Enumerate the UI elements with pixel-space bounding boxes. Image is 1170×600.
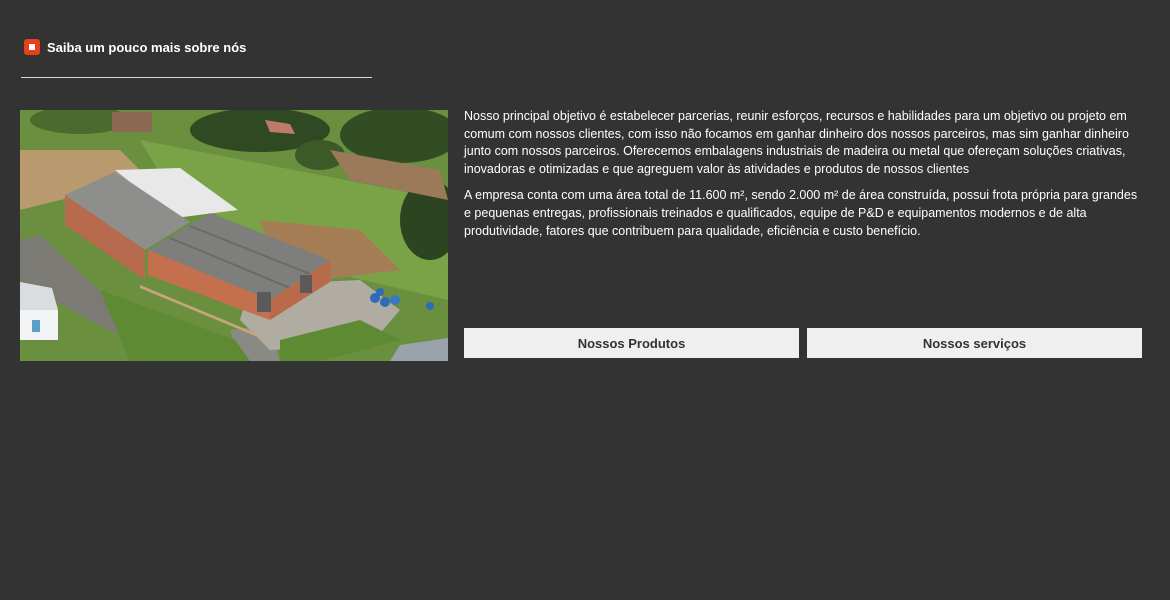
section-header: Saiba um pouco mais sobre nós xyxy=(24,39,246,55)
about-paragraph-2: A empresa conta com uma área total de 11… xyxy=(464,188,1138,238)
aerial-factory-photo xyxy=(20,110,448,361)
square-bullet-icon xyxy=(24,39,40,55)
header-divider xyxy=(21,77,372,78)
our-services-button[interactable]: Nossos serviços xyxy=(807,328,1142,358)
about-paragraph-1: Nosso principal objetivo é estabelecer p… xyxy=(464,109,1129,176)
about-text: Nosso principal objetivo é estabelecer p… xyxy=(464,108,1144,249)
our-products-button[interactable]: Nossos Produtos xyxy=(464,328,799,358)
section-title: Saiba um pouco mais sobre nós xyxy=(47,39,247,55)
